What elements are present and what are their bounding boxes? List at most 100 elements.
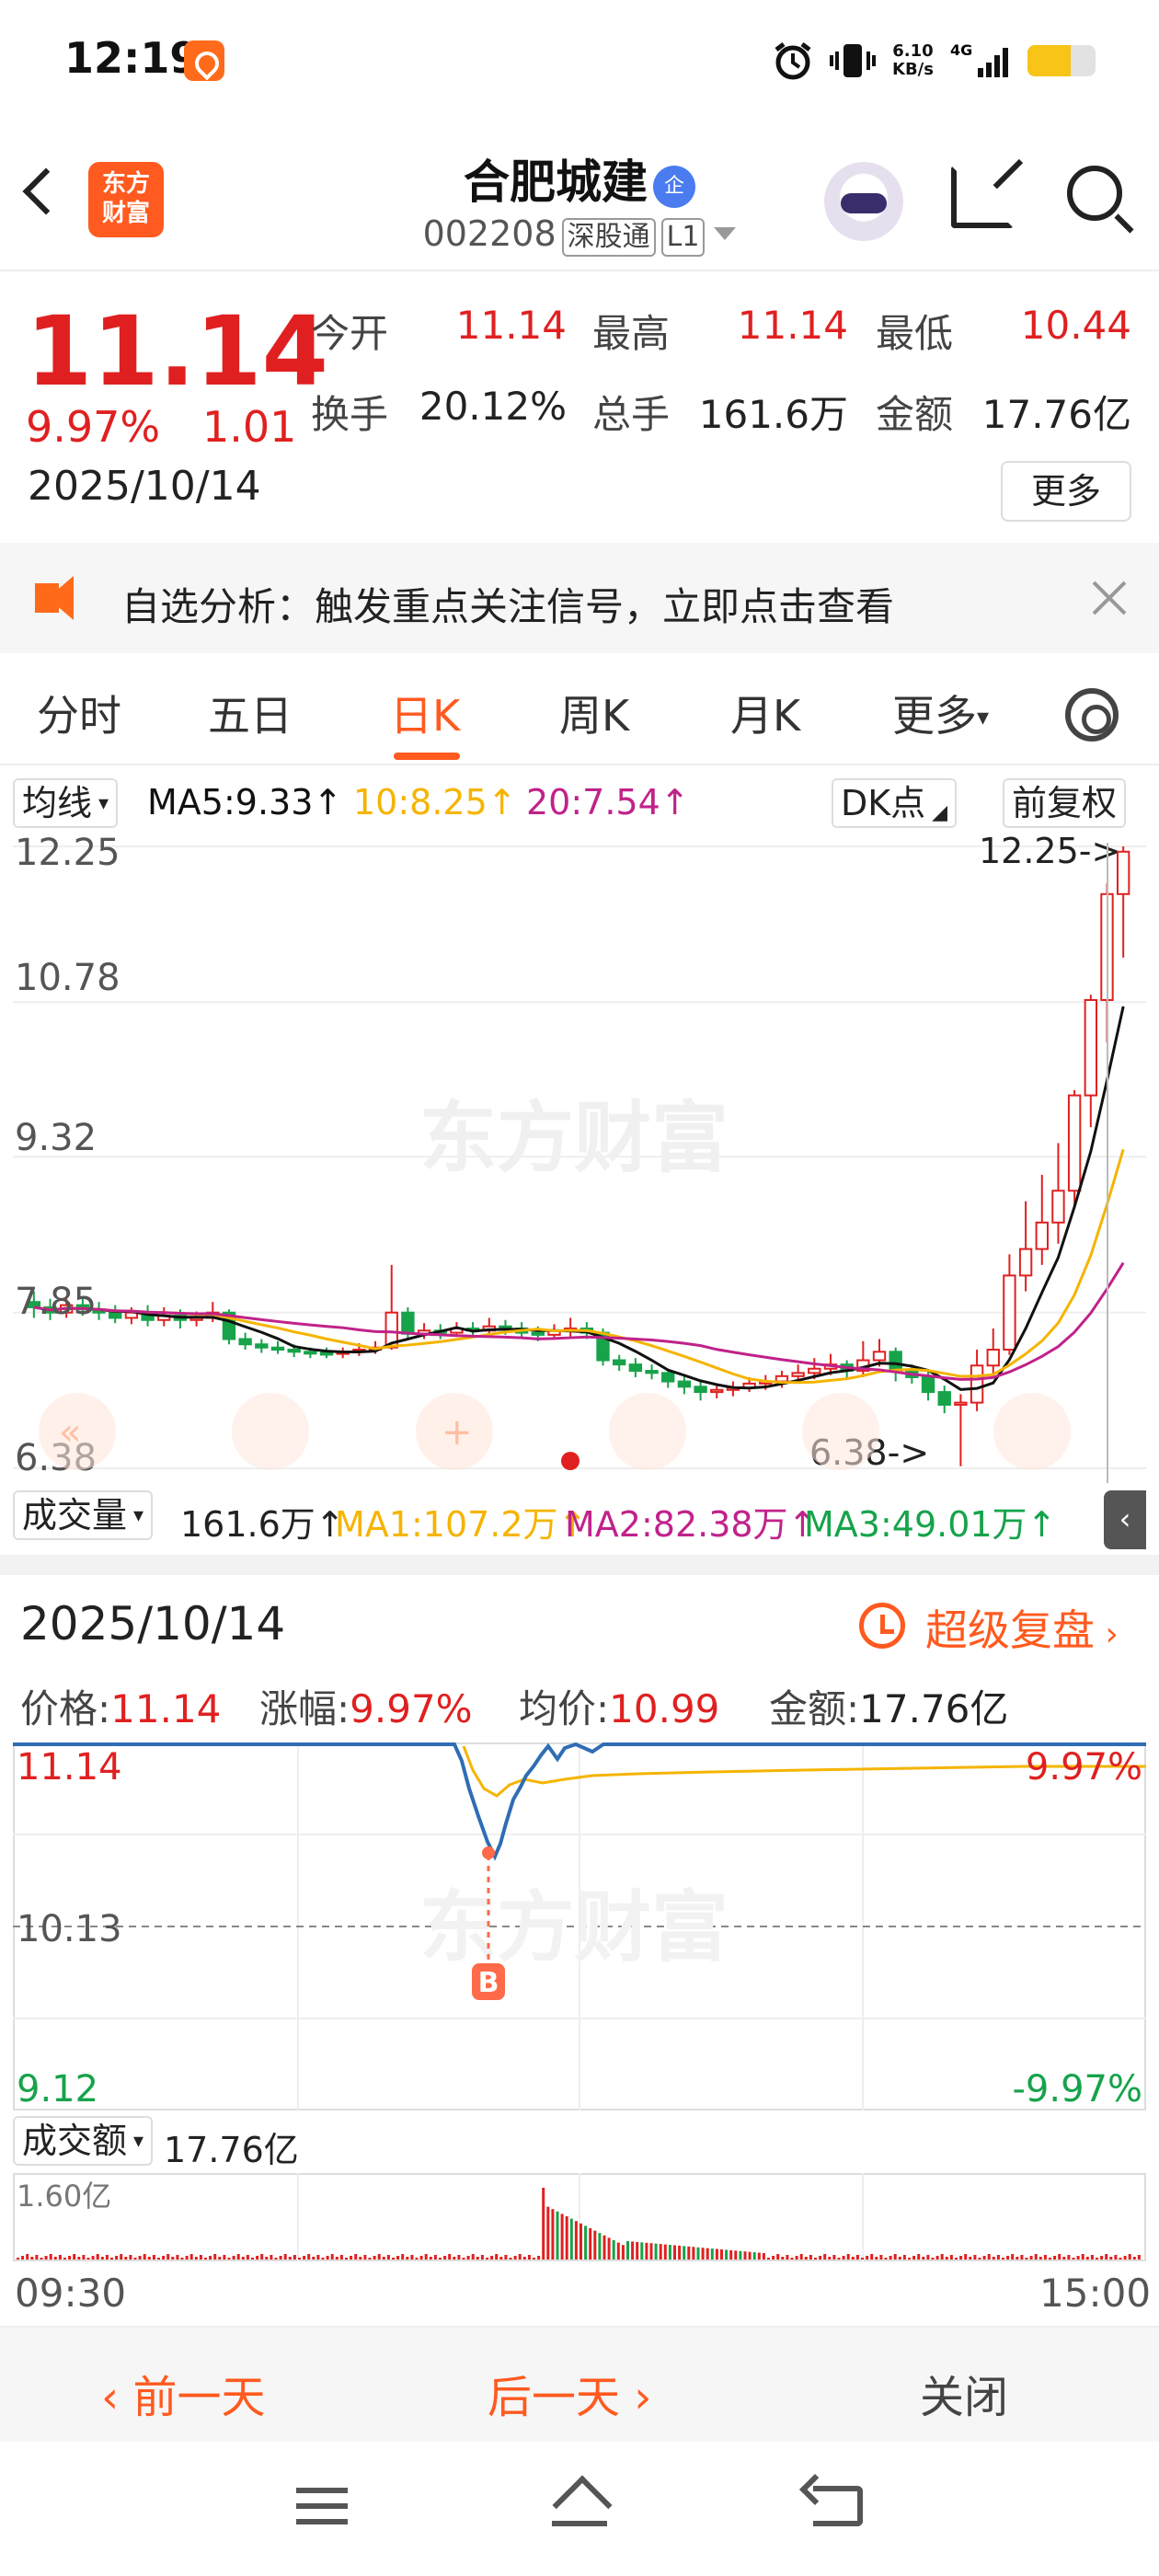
zoom-in-icon[interactable]	[609, 1393, 686, 1470]
signal-notice[interactable]: 自选分析：触发重点关注信号，立即点击查看	[0, 543, 1159, 653]
signal-icon: 4G	[950, 41, 1008, 77]
amount-bar	[922, 2257, 925, 2260]
candlestick-chart[interactable]: 东方财富 12.25 10.78 9.32 7.85 6.38 12.25-> …	[13, 834, 1146, 1485]
amount-bar	[359, 2257, 362, 2260]
amount-bar	[429, 2257, 432, 2260]
share-icon[interactable]	[951, 166, 1014, 228]
amount-label: 金额	[876, 392, 954, 437]
assistant-avatar-icon[interactable]	[824, 162, 903, 241]
ma5-line	[33, 1006, 1125, 1391]
amount-bar	[58, 2255, 62, 2260]
candle-body	[677, 1380, 692, 1388]
ma5-value: MA5:9.33↑	[147, 782, 343, 822]
amount-bar	[527, 2255, 531, 2260]
amount-bar	[551, 2209, 555, 2260]
amount-bar	[382, 2257, 385, 2260]
amount-bar	[227, 2258, 231, 2260]
menu-icon[interactable]	[296, 2488, 348, 2524]
amount-bar	[232, 2256, 235, 2260]
detail-average: 均价:10.99	[519, 1686, 720, 1731]
amount-bar	[696, 2247, 700, 2260]
amount-bar	[316, 2255, 320, 2260]
max-marker: 12.25->	[979, 834, 1120, 871]
close-button[interactable]: 关闭	[920, 2361, 1008, 2425]
amount-bar	[265, 2257, 269, 2260]
amount-bar	[68, 2256, 72, 2260]
close-icon[interactable]	[1091, 580, 1128, 616]
period-tabs: 分时 五日 日K 周K 月K 更多▾	[0, 655, 1159, 765]
amount-bar	[701, 2248, 705, 2260]
amount-bar	[1128, 2254, 1131, 2260]
notice-text[interactable]: 自选分析：触发重点关注信号，立即点击查看	[121, 576, 894, 632]
amount-bar	[124, 2257, 128, 2260]
volume-select[interactable]: 成交量 ▾	[13, 1490, 154, 1540]
amount-bar	[166, 2254, 170, 2260]
amount-bar	[973, 2255, 977, 2260]
amount-select[interactable]: 成交额 ▾	[13, 2116, 154, 2166]
amount-bar	[406, 2257, 409, 2260]
adjust-select[interactable]: 前复权	[1003, 778, 1127, 828]
more-button[interactable]: 更多	[1001, 461, 1131, 522]
open-label: 今开	[311, 311, 389, 356]
status-time: 12:19	[64, 33, 200, 83]
amount-bar	[795, 2256, 798, 2260]
candle-body	[661, 1372, 675, 1383]
expand-icon[interactable]	[802, 1393, 879, 1470]
back-nav-icon[interactable]	[813, 2486, 863, 2526]
amount-bar	[1029, 2256, 1033, 2260]
prev-day-button[interactable]: ‹ 前一天	[101, 2361, 265, 2425]
amount-bar	[321, 2258, 325, 2260]
candle-body	[255, 1343, 269, 1349]
amount-bar	[288, 2257, 292, 2260]
amount-bar	[120, 2254, 123, 2260]
tab-more[interactable]: 更多▾	[892, 683, 989, 743]
tab-five-day[interactable]: 五日	[208, 683, 293, 743]
dropdown-icon[interactable]	[714, 227, 737, 240]
zoom-out-icon[interactable]	[232, 1393, 309, 1470]
history-clock-icon[interactable]	[859, 1603, 905, 1649]
fullscreen-icon[interactable]	[993, 1393, 1071, 1470]
amount-row: 成交额 ▾ 17.76亿	[0, 2112, 1159, 2173]
notification-app-icon	[184, 40, 224, 81]
amount-total: 17.76亿	[164, 2130, 299, 2170]
gear-icon[interactable]	[1065, 688, 1119, 742]
amount-bar	[569, 2218, 573, 2260]
amount-bar	[1016, 2257, 1019, 2260]
amount-bar	[251, 2258, 254, 2260]
amount-bar	[621, 2245, 625, 2260]
search-icon[interactable]	[1067, 166, 1122, 221]
chevron-left-icon: ‹	[101, 2372, 133, 2423]
amount-bar	[964, 2254, 968, 2260]
amount-bar	[926, 2255, 930, 2260]
dk-select[interactable]: DK点 ◢	[832, 778, 958, 828]
amount-bar	[1072, 2258, 1075, 2260]
collapse-panel-icon[interactable]: ‹	[1104, 1490, 1146, 1549]
next-day-button[interactable]: 后一天 ›	[488, 2361, 651, 2425]
amount-bar	[279, 2256, 282, 2260]
tab-weekly-k[interactable]: 周K	[559, 683, 629, 743]
amount-bar	[180, 2258, 184, 2260]
amount-bar	[392, 2258, 395, 2260]
speaker-icon	[35, 576, 74, 620]
tab-intraday[interactable]: 分时	[37, 683, 121, 743]
intraday-chart[interactable]: 东方财富 B 11.14 10.13 9.12 9.97% -9.97%	[13, 1742, 1146, 2110]
amount-bar	[537, 2256, 541, 2260]
time-start: 09:30	[15, 2271, 127, 2316]
home-icon[interactable]	[552, 2482, 607, 2530]
amount-bar	[171, 2257, 175, 2260]
amount-bar	[1076, 2256, 1080, 2260]
volume-label: 总手	[592, 392, 671, 437]
amount-bar	[692, 2247, 695, 2260]
tab-monthly-k[interactable]: 月K	[730, 683, 800, 743]
amount-bar	[30, 2257, 34, 2260]
amount-bar	[480, 2255, 484, 2260]
network-speed: 6.10 KB/s	[892, 41, 934, 79]
super-replay-link[interactable]: 超级复盘 ›	[925, 1597, 1119, 1658]
tab-daily-k[interactable]: 日K	[390, 683, 460, 743]
amount-bar	[855, 2255, 859, 2260]
amount-bar	[44, 2256, 48, 2260]
detail-change: 涨幅:9.97%	[259, 1686, 473, 1731]
amount-bar	[110, 2258, 113, 2260]
indicator-select[interactable]: 均线 ▾	[13, 778, 119, 828]
candle-body	[1035, 1221, 1049, 1250]
